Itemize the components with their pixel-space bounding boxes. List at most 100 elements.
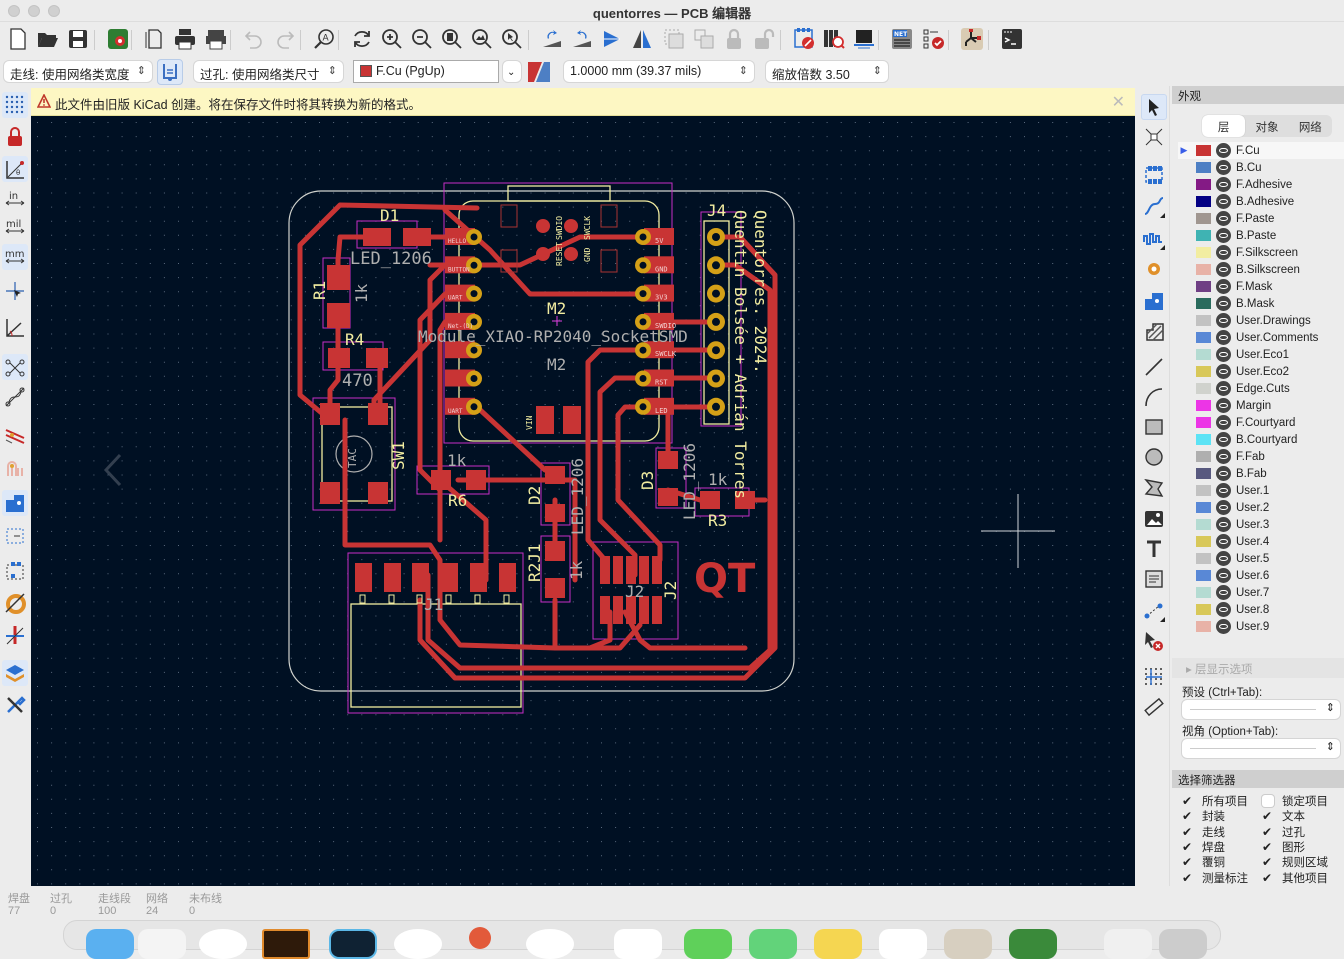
layer-color-swatch[interactable] [1196, 315, 1211, 326]
track-width-select[interactable]: 走线: 使用网络类宽度 ⇕ [4, 61, 152, 82]
visibility-eye-icon[interactable] [1216, 194, 1231, 209]
layer-row[interactable]: B.Courtyard [1178, 431, 1344, 448]
layer-row[interactable]: B.Fab [1178, 465, 1344, 482]
layer-row[interactable]: User.1 [1178, 482, 1344, 499]
layer-row[interactable]: B.Silkscreen [1178, 261, 1344, 278]
zoom-select[interactable]: 缩放倍数 3.50 ⇕ [766, 61, 888, 82]
unlock-button[interactable] [750, 25, 778, 53]
visibility-eye-icon[interactable] [1216, 500, 1231, 515]
layer-color-swatch[interactable] [1196, 587, 1211, 598]
layer-color-swatch[interactable] [1196, 400, 1211, 411]
draw-circle-tool-button[interactable] [1141, 444, 1167, 470]
new-board-button[interactable] [4, 25, 32, 53]
full-crosshair-button[interactable] [2, 278, 28, 304]
visibility-eye-icon[interactable] [1216, 262, 1231, 277]
filter-checkbox[interactable]: ✔ 焊盘 [1182, 839, 1225, 855]
filter-checkbox[interactable]: ✔ 其他项目 [1262, 870, 1328, 886]
print-button[interactable] [171, 25, 199, 53]
layer-color-swatch[interactable] [1196, 281, 1211, 292]
checkbox[interactable]: ✔ [1182, 872, 1194, 884]
3d-viewer-button[interactable] [850, 25, 878, 53]
layer-color-swatch[interactable] [1196, 383, 1211, 394]
route-track-tool-button[interactable] [1141, 194, 1167, 220]
zoom-selection-button[interactable] [498, 25, 526, 53]
filter-checkbox[interactable]: ✔ 过孔 [1262, 824, 1305, 840]
filter-checkbox[interactable]: ✔ 封装 [1182, 808, 1225, 824]
layer-row[interactable]: User.Eco2 [1178, 363, 1344, 380]
scripting-console-button[interactable] [998, 25, 1026, 53]
layer-color-swatch[interactable] [1196, 553, 1211, 564]
pcb-drawing[interactable]: D1LED_1206R1 1kR4470SW1TACM2M2Module_XIAO… [31, 116, 1135, 886]
add-footprint-tool-button[interactable] [1141, 162, 1167, 188]
draw-rectangle-tool-button[interactable] [1141, 414, 1167, 440]
layer-row[interactable]: F.Courtyard [1178, 414, 1344, 431]
dock-trash-icon[interactable] [1159, 929, 1207, 959]
layer-color-swatch[interactable] [1196, 196, 1211, 207]
visibility-eye-icon[interactable] [1216, 330, 1231, 345]
checkbox[interactable]: ✔ [1182, 795, 1194, 807]
pcb-canvas[interactable]: D1 LED_1206 R1 1k R4 470 SW1 TAC M2 M2 Module_XIAO… [31, 116, 1135, 886]
drc-button[interactable] [920, 25, 948, 53]
layer-display-options[interactable]: ▸ 层显示选项 [1172, 658, 1344, 678]
layer-pair-button[interactable] [528, 62, 550, 82]
layer-row[interactable]: B.Adhesive [1178, 193, 1344, 210]
layer-color-swatch[interactable] [1196, 451, 1211, 462]
zoom-in-button[interactable] [378, 25, 406, 53]
ratsnest-button[interactable] [2, 354, 28, 380]
dock-safari-icon[interactable] [199, 929, 247, 959]
layer-color-swatch[interactable] [1196, 213, 1211, 224]
undo-button[interactable] [240, 25, 268, 53]
layer-color-swatch[interactable] [1196, 604, 1211, 615]
active-layer-select[interactable]: F.Cu (PgUp) [354, 61, 498, 82]
visibility-eye-icon[interactable] [1216, 585, 1231, 600]
layer-row[interactable]: User.9 [1178, 618, 1344, 635]
visibility-eye-icon[interactable] [1216, 432, 1231, 447]
local-ratsnest-tool-button[interactable] [1141, 124, 1167, 150]
polar-coords-button[interactable]: θ [2, 156, 28, 182]
open-button[interactable] [34, 25, 62, 53]
board-setup-button[interactable] [104, 25, 132, 53]
dock-app-icon[interactable] [262, 929, 310, 959]
visibility-eye-icon[interactable] [1216, 143, 1231, 158]
find-button[interactable]: A [310, 25, 338, 53]
checkbox[interactable]: ✔ [1182, 810, 1194, 822]
layer-color-swatch[interactable] [1196, 417, 1211, 428]
visibility-eye-icon[interactable] [1216, 568, 1231, 583]
rotate-ccw-button[interactable] [538, 25, 566, 53]
layer-row[interactable]: F.Fab [1178, 448, 1344, 465]
dock-app-icon[interactable] [684, 929, 732, 959]
track-highlight-button[interactable] [2, 422, 28, 448]
dock-finder-icon[interactable] [86, 929, 134, 959]
layer-row[interactable]: User.2 [1178, 499, 1344, 516]
layer-row[interactable]: B.Cu [1178, 159, 1344, 176]
layer-color-swatch[interactable] [1196, 468, 1211, 479]
delete-tool-button[interactable] [1141, 628, 1167, 654]
layer-row[interactable]: User.Eco1 [1178, 346, 1344, 363]
grid-dots-button[interactable] [2, 92, 28, 118]
dock-app-icon[interactable] [1009, 929, 1057, 959]
ungroup-button[interactable] [690, 25, 718, 53]
footprint-editor-button[interactable] [790, 25, 818, 53]
inch-units-button[interactable]: in [2, 186, 28, 212]
dock-app-icon[interactable] [944, 929, 992, 959]
tune-length-tool-button[interactable] [1141, 226, 1167, 252]
preset-select[interactable]: ⇕ [1182, 700, 1340, 719]
layer-row[interactable]: User.6 [1178, 567, 1344, 584]
visibility-eye-icon[interactable] [1216, 245, 1231, 260]
group-button[interactable] [660, 25, 688, 53]
layer-row[interactable]: User.5 [1178, 550, 1344, 567]
tab-layers[interactable]: 层 [1202, 115, 1246, 137]
layer-row[interactable]: Edge.Cuts [1178, 380, 1344, 397]
layer-row[interactable]: F.Silkscreen [1178, 244, 1344, 261]
viewport-select[interactable]: ⇕ [1182, 739, 1340, 758]
netlist-button[interactable]: NET [888, 25, 916, 53]
visibility-eye-icon[interactable] [1216, 602, 1231, 617]
draw-line-tool-button[interactable] [1141, 354, 1167, 380]
checkbox[interactable]: ✔ [1262, 872, 1274, 884]
dock-notes-icon[interactable] [814, 929, 862, 959]
layer-row[interactable]: B.Mask [1178, 295, 1344, 312]
mil-units-button[interactable]: mil [2, 214, 28, 240]
layer-row[interactable]: User.Drawings [1178, 312, 1344, 329]
schematic-button[interactable] [958, 25, 986, 53]
checkbox[interactable]: ✔ [1182, 856, 1194, 868]
